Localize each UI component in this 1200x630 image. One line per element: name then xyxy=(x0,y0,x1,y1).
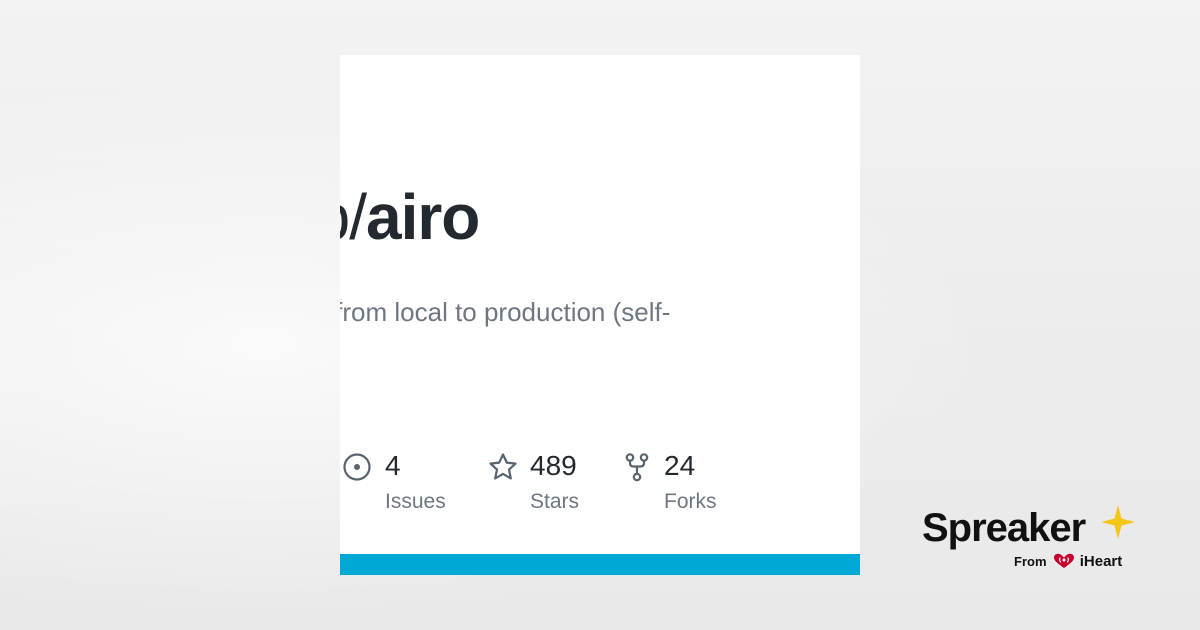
issue-opened-icon xyxy=(343,453,371,481)
issues-count: 4 xyxy=(385,450,401,481)
repo-title: ob/airo xyxy=(340,185,480,249)
forks-label: Forks xyxy=(664,490,717,513)
brand-from: From xyxy=(1014,554,1047,569)
brand-name: Spreaker xyxy=(922,506,1086,550)
stars-label: Stars xyxy=(530,490,580,513)
brand-tagline: From iHeart xyxy=(1014,552,1122,572)
repo-description: ojects from local to production (self- xyxy=(340,297,671,327)
repo-owner: ob xyxy=(340,181,350,253)
star-icon xyxy=(489,453,517,480)
brand-partner: iHeart xyxy=(1079,553,1123,570)
repo-stats: 4 Issues 489 Stars 24 Forks xyxy=(340,449,860,529)
stars-count: 489 xyxy=(530,450,577,481)
accent-bar xyxy=(340,554,860,575)
repo-preview-card: ob/airo ojects from local to production … xyxy=(340,55,860,575)
sparkle-star-icon xyxy=(1101,505,1135,539)
repo-separator: / xyxy=(349,181,367,253)
repo-forked-icon xyxy=(625,453,649,482)
iheart-logo-icon xyxy=(1054,553,1075,568)
forks-count: 24 xyxy=(664,450,696,481)
repo-name: airo xyxy=(365,181,480,253)
issues-label: Issues xyxy=(385,490,446,513)
spreaker-logo: Spreaker From iHeart xyxy=(922,505,1142,578)
